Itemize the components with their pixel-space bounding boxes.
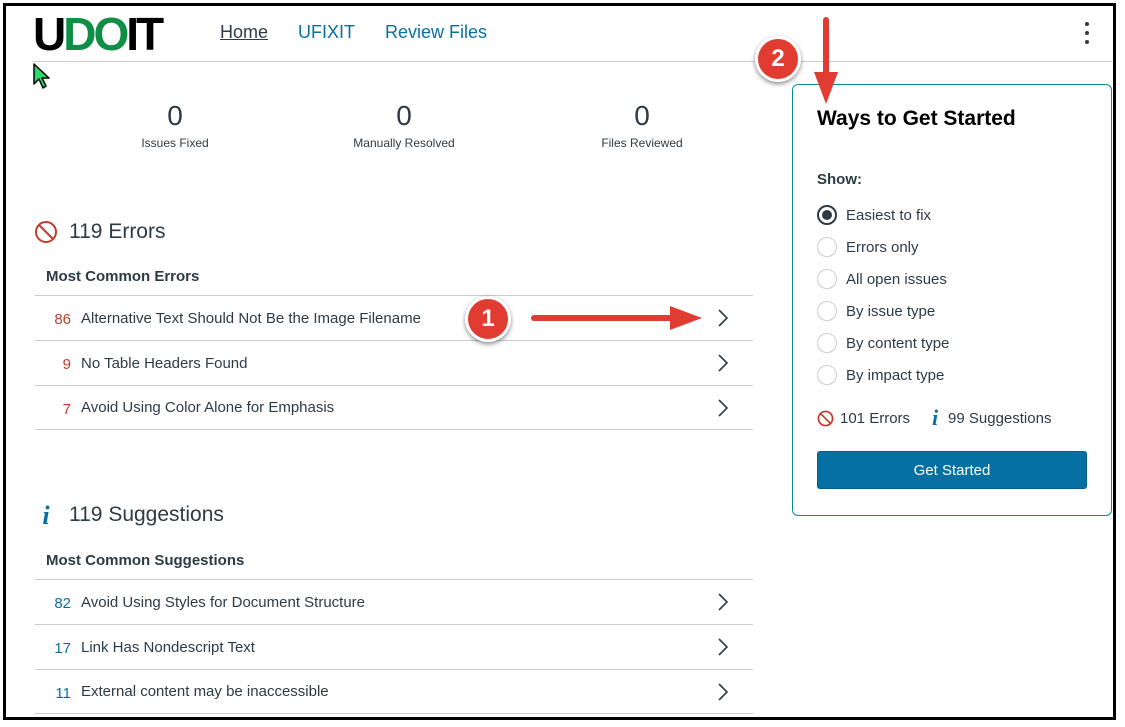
list-item[interactable]: 17 Link Has Nondescript Text — [35, 624, 753, 669]
show-label: Show: — [817, 171, 862, 188]
radio-errors-only[interactable]: Errors only — [817, 231, 949, 263]
get-started-panel: Ways to Get Started Show: Easiest to fix… — [792, 84, 1112, 516]
stat-manually-resolved: 0 Manually Resolved — [353, 100, 455, 150]
info-icon: i — [928, 407, 942, 429]
chevron-right-icon — [713, 637, 733, 657]
mouse-cursor-icon — [33, 63, 50, 89]
get-started-button[interactable]: Get Started — [817, 451, 1087, 489]
suggestions-list: 82 Avoid Using Styles for Document Struc… — [35, 579, 753, 714]
list-item[interactable]: 7 Avoid Using Color Alone for Emphasis — [35, 385, 753, 430]
annotation-arrow-down — [814, 17, 838, 104]
chevron-right-icon — [713, 398, 733, 418]
errors-subhead: Most Common Errors — [46, 268, 200, 285]
chevron-right-icon — [713, 682, 733, 702]
radio-all-open-issues[interactable]: All open issues — [817, 263, 949, 295]
list-item[interactable]: 11 External content may be inaccessible — [35, 669, 753, 714]
chevron-right-icon — [713, 308, 733, 328]
main-nav: Home UFIXIT Review Files — [220, 22, 487, 43]
radio-easiest-to-fix[interactable]: Easiest to fix — [817, 199, 949, 231]
issue-summary: 101 Errors i 99 Suggestions — [817, 407, 1051, 429]
more-options-icon[interactable] — [1083, 22, 1091, 44]
list-item[interactable]: 82 Avoid Using Styles for Document Struc… — [35, 579, 753, 624]
info-icon: i — [33, 502, 59, 528]
chevron-right-icon — [713, 353, 733, 373]
header-divider — [33, 61, 1113, 62]
annotation-arrow-right — [531, 306, 702, 330]
radio-by-issue-type[interactable]: By issue type — [817, 295, 949, 327]
stat-issues-fixed: 0 Issues Fixed — [141, 100, 209, 150]
udoit-logo: U DO IT — [33, 8, 164, 60]
svg-text:i: i — [932, 407, 939, 429]
radio-by-content-type[interactable]: By content type — [817, 327, 949, 359]
radio-by-impact-type[interactable]: By impact type — [817, 359, 949, 391]
suggestions-heading: i 119 Suggestions — [33, 502, 224, 528]
chevron-right-icon — [713, 592, 733, 612]
suggestions-subhead: Most Common Suggestions — [46, 552, 245, 569]
no-entry-icon — [33, 219, 59, 245]
stat-files-reviewed: 0 Files Reviewed — [601, 100, 683, 150]
nav-home[interactable]: Home — [220, 22, 268, 43]
errors-heading: 119 Errors — [33, 219, 165, 245]
panel-title: Ways to Get Started — [817, 107, 1016, 130]
list-item[interactable]: 9 No Table Headers Found — [35, 340, 753, 385]
no-entry-icon — [817, 410, 834, 427]
annotation-badge-2: 2 — [755, 36, 801, 82]
nav-review-files[interactable]: Review Files — [385, 22, 487, 43]
show-options: Easiest to fix Errors only All open issu… — [817, 199, 949, 391]
annotation-badge-1: 1 — [465, 296, 511, 342]
app-window: U DO IT Home UFIXIT Review Files 0 Issues … — [3, 3, 1116, 720]
nav-ufixit[interactable]: UFIXIT — [298, 22, 355, 43]
svg-text:i: i — [42, 502, 50, 528]
